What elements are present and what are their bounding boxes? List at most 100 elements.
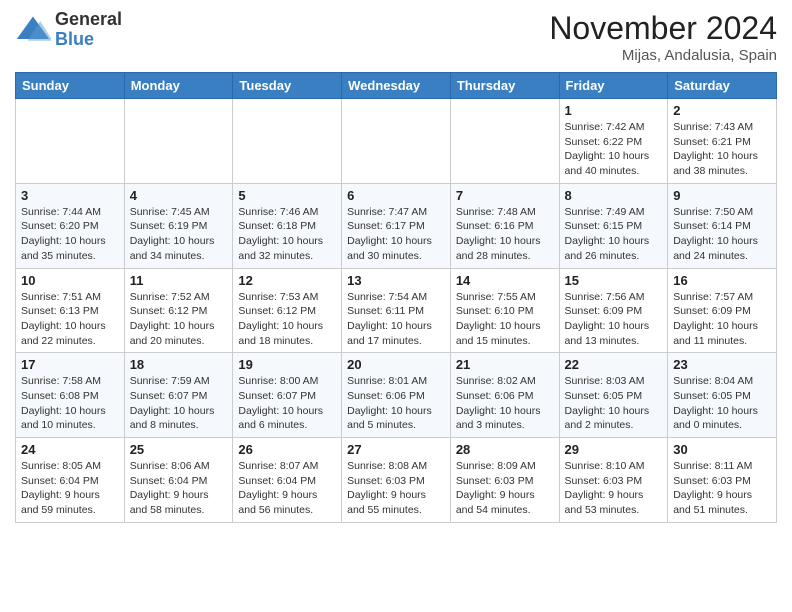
calendar-cell: 11 Sunrise: 7:52 AM Sunset: 6:12 PM Dayli…	[124, 268, 233, 353]
day-info: Sunrise: 7:49 AM Sunset: 6:15 PM Dayligh…	[565, 205, 663, 264]
day-info: Sunrise: 7:57 AM Sunset: 6:09 PM Dayligh…	[673, 290, 771, 349]
day-number: 19	[238, 357, 336, 372]
day-number: 7	[456, 188, 554, 203]
day-number: 14	[456, 273, 554, 288]
day-number: 30	[673, 442, 771, 457]
day-number: 21	[456, 357, 554, 372]
calendar-cell: 8 Sunrise: 7:49 AM Sunset: 6:15 PM Daylig…	[559, 183, 668, 268]
day-number: 20	[347, 357, 445, 372]
calendar-cell: 19 Sunrise: 8:00 AM Sunset: 6:07 PM Dayli…	[233, 353, 342, 438]
calendar-cell: 17 Sunrise: 7:58 AM Sunset: 6:08 PM Dayli…	[16, 353, 125, 438]
weekday-header: Tuesday	[233, 73, 342, 99]
calendar-cell: 27 Sunrise: 8:08 AM Sunset: 6:03 PM Dayli…	[342, 438, 451, 523]
calendar-cell: 28 Sunrise: 8:09 AM Sunset: 6:03 PM Dayli…	[450, 438, 559, 523]
calendar-cell: 30 Sunrise: 8:11 AM Sunset: 6:03 PM Dayli…	[668, 438, 777, 523]
day-info: Sunrise: 8:08 AM Sunset: 6:03 PM Dayligh…	[347, 459, 445, 518]
day-number: 22	[565, 357, 663, 372]
day-number: 1	[565, 103, 663, 118]
day-info: Sunrise: 7:44 AM Sunset: 6:20 PM Dayligh…	[21, 205, 119, 264]
day-number: 27	[347, 442, 445, 457]
day-info: Sunrise: 8:06 AM Sunset: 6:04 PM Dayligh…	[130, 459, 228, 518]
day-info: Sunrise: 7:43 AM Sunset: 6:21 PM Dayligh…	[673, 120, 771, 179]
day-info: Sunrise: 7:55 AM Sunset: 6:10 PM Dayligh…	[456, 290, 554, 349]
header: General Blue November 2024 Mijas, Andalu…	[15, 10, 777, 64]
day-info: Sunrise: 8:01 AM Sunset: 6:06 PM Dayligh…	[347, 374, 445, 433]
calendar-cell: 14 Sunrise: 7:55 AM Sunset: 6:10 PM Dayli…	[450, 268, 559, 353]
day-info: Sunrise: 7:54 AM Sunset: 6:11 PM Dayligh…	[347, 290, 445, 349]
calendar-cell	[450, 99, 559, 184]
calendar-cell: 12 Sunrise: 7:53 AM Sunset: 6:12 PM Dayli…	[233, 268, 342, 353]
calendar-cell: 5 Sunrise: 7:46 AM Sunset: 6:18 PM Daylig…	[233, 183, 342, 268]
calendar-cell: 25Sunrise: 8:06 AM Sunset: 6:04 PM Dayli…	[124, 438, 233, 523]
calendar-cell: 7 Sunrise: 7:48 AM Sunset: 6:16 PM Daylig…	[450, 183, 559, 268]
day-info: Sunrise: 8:00 AM Sunset: 6:07 PM Dayligh…	[238, 374, 336, 433]
day-info: Sunrise: 7:58 AM Sunset: 6:08 PM Dayligh…	[21, 374, 119, 433]
day-number: 17	[21, 357, 119, 372]
day-info: Sunrise: 7:52 AM Sunset: 6:12 PM Dayligh…	[130, 290, 228, 349]
calendar-cell	[16, 99, 125, 184]
logo-icon	[15, 12, 51, 48]
weekday-header: Thursday	[450, 73, 559, 99]
calendar-week-row: 10 Sunrise: 7:51 AM Sunset: 6:13 PM Dayli…	[16, 268, 777, 353]
calendar-cell	[342, 99, 451, 184]
day-info: Sunrise: 7:51 AM Sunset: 6:13 PM Dayligh…	[21, 290, 119, 349]
logo-blue: Blue	[55, 30, 122, 50]
logo: General Blue	[15, 10, 122, 50]
day-info: Sunrise: 8:03 AM Sunset: 6:05 PM Dayligh…	[565, 374, 663, 433]
day-info: Sunrise: 7:56 AM Sunset: 6:09 PM Dayligh…	[565, 290, 663, 349]
calendar-cell: 2 Sunrise: 7:43 AM Sunset: 6:21 PM Daylig…	[668, 99, 777, 184]
day-info: Sunrise: 8:09 AM Sunset: 6:03 PM Dayligh…	[456, 459, 554, 518]
calendar-cell: 1 Sunrise: 7:42 AM Sunset: 6:22 PM Daylig…	[559, 99, 668, 184]
calendar-cell	[233, 99, 342, 184]
calendar-cell: 15Sunrise: 7:56 AM Sunset: 6:09 PM Dayli…	[559, 268, 668, 353]
calendar-cell: 22 Sunrise: 8:03 AM Sunset: 6:05 PM Dayli…	[559, 353, 668, 438]
calendar-week-row: 1 Sunrise: 7:42 AM Sunset: 6:22 PM Daylig…	[16, 99, 777, 184]
weekday-header: Wednesday	[342, 73, 451, 99]
calendar-cell: 26Sunrise: 8:07 AM Sunset: 6:04 PM Dayli…	[233, 438, 342, 523]
calendar-cell: 4 Sunrise: 7:45 AM Sunset: 6:19 PM Daylig…	[124, 183, 233, 268]
calendar-cell: 16 Sunrise: 7:57 AM Sunset: 6:09 PM Dayli…	[668, 268, 777, 353]
day-number: 11	[130, 273, 228, 288]
calendar-cell: 21Sunrise: 8:02 AM Sunset: 6:06 PM Dayli…	[450, 353, 559, 438]
day-number: 10	[21, 273, 119, 288]
day-info: Sunrise: 8:05 AM Sunset: 6:04 PM Dayligh…	[21, 459, 119, 518]
day-number: 6	[347, 188, 445, 203]
day-number: 29	[565, 442, 663, 457]
calendar-week-row: 3Sunrise: 7:44 AM Sunset: 6:20 PM Daylig…	[16, 183, 777, 268]
logo-general: General	[55, 10, 122, 30]
day-number: 13	[347, 273, 445, 288]
day-number: 5	[238, 188, 336, 203]
month-title: November 2024	[549, 10, 777, 47]
page: General Blue November 2024 Mijas, Andalu…	[0, 0, 792, 538]
day-number: 2	[673, 103, 771, 118]
day-info: Sunrise: 7:47 AM Sunset: 6:17 PM Dayligh…	[347, 205, 445, 264]
calendar-week-row: 24 Sunrise: 8:05 AM Sunset: 6:04 PM Dayli…	[16, 438, 777, 523]
weekday-header: Friday	[559, 73, 668, 99]
calendar-cell: 10 Sunrise: 7:51 AM Sunset: 6:13 PM Dayli…	[16, 268, 125, 353]
calendar-cell: 13 Sunrise: 7:54 AM Sunset: 6:11 PM Dayli…	[342, 268, 451, 353]
day-info: Sunrise: 7:50 AM Sunset: 6:14 PM Dayligh…	[673, 205, 771, 264]
calendar-cell: 3Sunrise: 7:44 AM Sunset: 6:20 PM Daylig…	[16, 183, 125, 268]
day-number: 16	[673, 273, 771, 288]
day-info: Sunrise: 7:42 AM Sunset: 6:22 PM Dayligh…	[565, 120, 663, 179]
day-info: Sunrise: 7:53 AM Sunset: 6:12 PM Dayligh…	[238, 290, 336, 349]
day-info: Sunrise: 8:11 AM Sunset: 6:03 PM Dayligh…	[673, 459, 771, 518]
day-number: 23	[673, 357, 771, 372]
calendar-cell: 23 Sunrise: 8:04 AM Sunset: 6:05 PM Dayli…	[668, 353, 777, 438]
day-info: Sunrise: 7:59 AM Sunset: 6:07 PM Dayligh…	[130, 374, 228, 433]
day-number: 8	[565, 188, 663, 203]
day-number: 9	[673, 188, 771, 203]
day-number: 28	[456, 442, 554, 457]
day-info: Sunrise: 7:46 AM Sunset: 6:18 PM Dayligh…	[238, 205, 336, 264]
weekday-header: Monday	[124, 73, 233, 99]
calendar-cell: 9 Sunrise: 7:50 AM Sunset: 6:14 PM Daylig…	[668, 183, 777, 268]
location: Mijas, Andalusia, Spain	[549, 47, 777, 64]
calendar-cell: 18Sunrise: 7:59 AM Sunset: 6:07 PM Dayli…	[124, 353, 233, 438]
calendar-table: SundayMondayTuesdayWednesdayThursdayFrid…	[15, 72, 777, 523]
day-info: Sunrise: 7:48 AM Sunset: 6:16 PM Dayligh…	[456, 205, 554, 264]
day-info: Sunrise: 7:45 AM Sunset: 6:19 PM Dayligh…	[130, 205, 228, 264]
day-info: Sunrise: 8:04 AM Sunset: 6:05 PM Dayligh…	[673, 374, 771, 433]
day-number: 12	[238, 273, 336, 288]
day-number: 4	[130, 188, 228, 203]
day-number: 24	[21, 442, 119, 457]
